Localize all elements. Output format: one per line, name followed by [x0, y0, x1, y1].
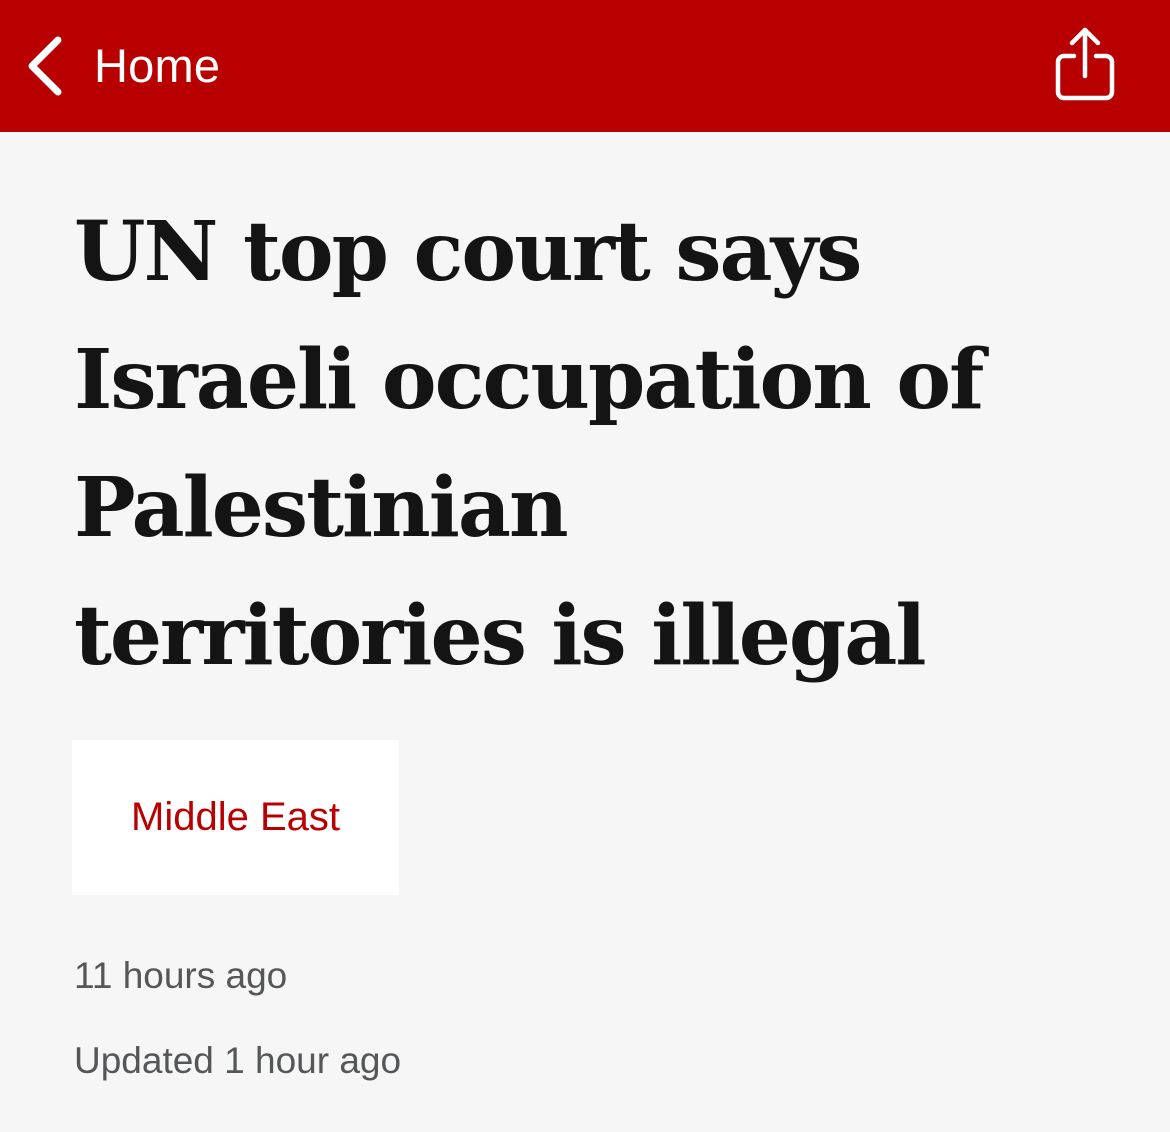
share-icon — [1052, 27, 1118, 108]
updated-timestamp: Updated 1 hour ago — [74, 1040, 402, 1081]
back-button[interactable]: Home — [26, 34, 220, 98]
headline-line: territories is illegal — [74, 588, 927, 684]
article-headline: UN top court says Israeli occupation of … — [74, 188, 1114, 700]
headline-line: Israeli occupation of — [74, 332, 984, 428]
back-button-label: Home — [94, 39, 221, 92]
topic-tag-link[interactable]: Middle East — [72, 740, 399, 895]
published-timestamp: 11 hours ago — [74, 955, 288, 996]
top-nav-bar: Home — [0, 0, 1170, 132]
headline-line: UN top court says — [74, 204, 862, 300]
topic-tag-label: Middle East — [131, 795, 340, 839]
share-button[interactable] — [1052, 26, 1118, 104]
headline-line: Palestinian — [74, 460, 569, 556]
chevron-left-icon — [26, 34, 66, 98]
